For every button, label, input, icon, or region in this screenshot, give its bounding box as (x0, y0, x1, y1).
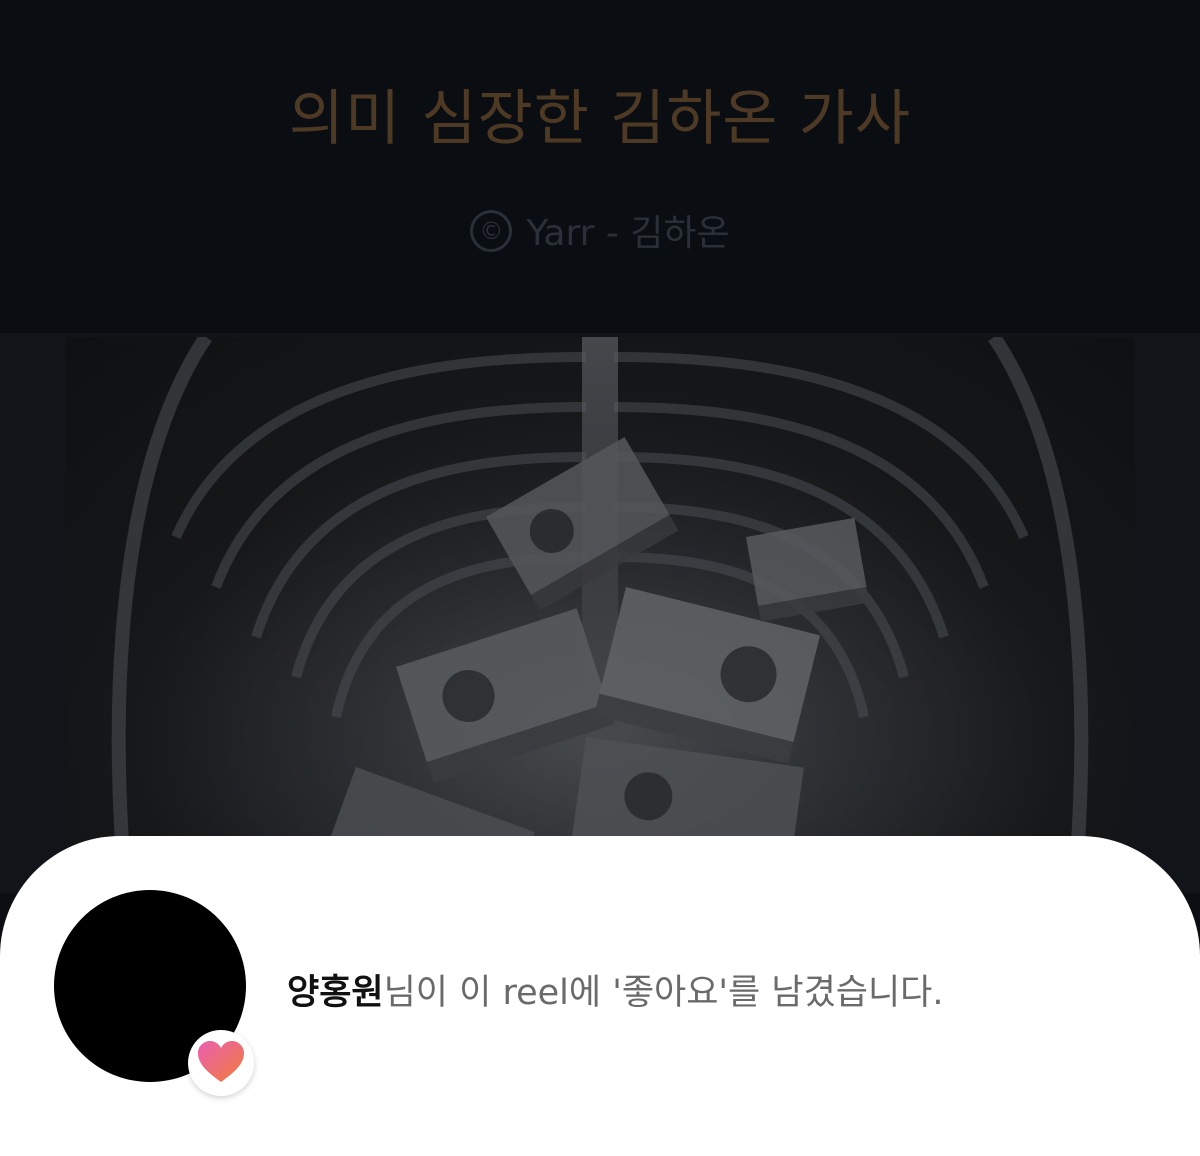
notification-username[interactable]: 양홍원 (287, 973, 384, 1013)
notification-message: 님이 이 reel에 '좋아요'를 남겼습니다. (383, 973, 944, 1013)
song-credit-text: Yarr - 김하온 (526, 213, 730, 254)
song-credit: © Yarr - 김하온 (0, 204, 1200, 256)
song-title: 의미 심장한 김하온 가사 (288, 84, 912, 154)
album-cover-image[interactable] (66, 337, 1134, 897)
heart-icon (198, 1041, 244, 1082)
xray-illustration (66, 337, 1134, 897)
notification-text: 양홍원님이 이 reel에 '좋아요'를 남겼습니다. (287, 964, 944, 1015)
copyright-icon: © (470, 210, 513, 252)
like-badge (188, 1030, 254, 1096)
song-info-panel: 의미 심장한 김하온 가사 © Yarr - 김하온 (0, 0, 1200, 333)
